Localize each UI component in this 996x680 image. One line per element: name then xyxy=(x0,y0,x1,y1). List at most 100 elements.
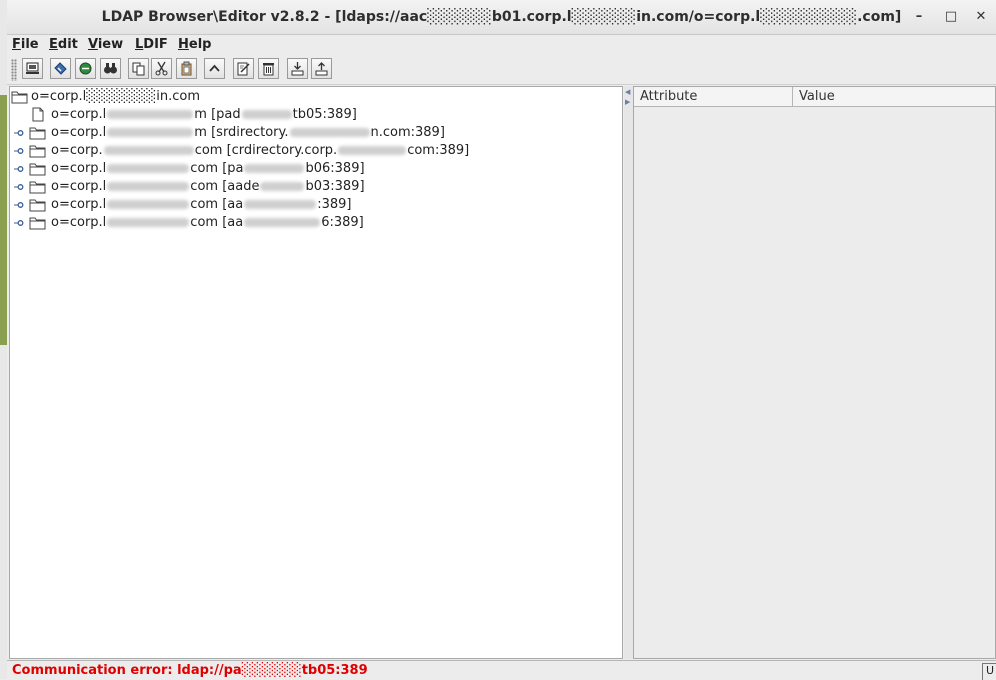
document-icon xyxy=(32,107,44,122)
tree-root-label: o=corp.l░░░░░░░in.com xyxy=(31,89,201,104)
toolbar xyxy=(7,56,996,85)
connect-icon xyxy=(26,62,39,74)
close-button[interactable]: ✕ xyxy=(972,8,990,26)
menu-help-label: elp xyxy=(188,37,212,52)
edit-button[interactable] xyxy=(233,58,254,79)
reconnect-button[interactable] xyxy=(50,58,71,79)
status-bar: Communication error: ldap://pa░░░░░░tb05… xyxy=(7,660,996,680)
maximize-button[interactable]: □ xyxy=(942,8,960,26)
expand-handle-icon[interactable] xyxy=(14,182,24,192)
copy-button[interactable] xyxy=(128,58,149,79)
redacted-text xyxy=(107,128,194,137)
node-dn-prefix: o=corp. xyxy=(51,143,103,158)
node-server-port: b03:389] xyxy=(305,179,365,194)
search-button[interactable] xyxy=(100,58,121,79)
expand-handle-icon[interactable] xyxy=(14,200,24,210)
menu-edit-mnemonic: E xyxy=(49,37,58,52)
redacted-text xyxy=(107,164,190,173)
node-server-port: com:389] xyxy=(407,143,470,158)
expand-handle-icon[interactable] xyxy=(14,218,24,228)
folder-icon xyxy=(11,91,28,104)
node-dn-prefix: o=corp.l xyxy=(51,197,107,212)
column-header-attribute[interactable]: Attribute xyxy=(634,87,793,107)
node-dn-prefix: o=corp.l xyxy=(51,107,107,122)
node-dn-prefix: o=corp.l xyxy=(51,215,107,230)
go-up-icon xyxy=(209,64,220,72)
column-header-value[interactable]: Value xyxy=(793,87,995,107)
folder-icon xyxy=(29,217,46,230)
redacted-text xyxy=(338,146,407,155)
expand-handle-icon[interactable] xyxy=(14,164,24,174)
menu-help[interactable]: Help xyxy=(178,37,211,52)
tree-node-label: o=corp.l com [aa :389] xyxy=(51,196,351,214)
pane-splitter[interactable]: ◀ ▶ xyxy=(624,86,633,659)
redacted-text xyxy=(289,128,370,137)
edit-icon xyxy=(237,62,250,76)
tree-node-label: o=corp.l m [pad tb05:389] xyxy=(51,106,357,124)
menu-edit[interactable]: Edit xyxy=(49,37,78,52)
attribute-table[interactable]: Attribute Value xyxy=(633,86,996,659)
import-icon xyxy=(291,62,304,76)
search-icon xyxy=(104,63,117,74)
copy-icon xyxy=(132,62,145,76)
node-server-prefix: com [aa xyxy=(190,215,244,230)
node-server-prefix: com [aa xyxy=(190,197,244,212)
delete-icon xyxy=(263,63,274,76)
redacted-text xyxy=(244,164,305,173)
status-message: Communication error: ldap://pa░░░░░░tb05… xyxy=(12,663,368,678)
disconnect-icon xyxy=(79,62,92,75)
node-server-port: :389] xyxy=(317,197,352,212)
redacted-text xyxy=(241,110,292,119)
expand-handle-icon[interactable] xyxy=(14,146,24,156)
menu-file[interactable]: File xyxy=(12,37,39,52)
node-server-prefix: m [pad xyxy=(194,107,241,122)
node-server-port: b06:389] xyxy=(305,161,365,176)
menu-view[interactable]: View xyxy=(88,37,123,52)
status-indicator: U xyxy=(982,663,996,680)
disconnect-button[interactable] xyxy=(75,58,96,79)
folder-icon xyxy=(29,181,46,194)
import-button[interactable] xyxy=(287,58,308,79)
delete-button[interactable] xyxy=(258,58,279,79)
tree-node-label: o=corp.l com [aade b03:389] xyxy=(51,178,365,196)
directory-tree[interactable]: o=corp.l░░░░░░░in.com o=corp.l m [pad tb05… xyxy=(9,86,623,659)
export-icon xyxy=(315,62,328,76)
paste-icon xyxy=(181,61,192,76)
node-server-prefix: com [crdirectory.corp. xyxy=(194,143,338,158)
cut-icon xyxy=(155,61,168,76)
ldap-browser-window: LDAP Browser\Editor v2.8.2 - [ldaps://aa… xyxy=(7,0,996,680)
redacted-text xyxy=(107,182,190,191)
collapse-left-arrow-icon[interactable]: ◀ xyxy=(625,88,630,96)
go-up-button[interactable] xyxy=(204,58,225,79)
node-server-port: 6:389] xyxy=(321,215,364,230)
export-button[interactable] xyxy=(311,58,332,79)
cut-button[interactable] xyxy=(151,58,172,79)
redacted-text xyxy=(107,200,190,209)
redacted-text xyxy=(107,110,194,119)
collapse-right-arrow-icon[interactable]: ▶ xyxy=(625,98,630,106)
menu-view-label: iew xyxy=(97,37,124,52)
expand-handle-icon[interactable] xyxy=(14,128,24,138)
tree-node-label: o=corp.l m [srdirectory. n.com:389] xyxy=(51,124,445,142)
tree-node-label: o=corp. com [crdirectory.corp. com:389] xyxy=(51,142,469,160)
redacted-text xyxy=(244,200,317,209)
menu-ldif[interactable]: LDIF xyxy=(135,37,168,52)
folder-icon xyxy=(29,145,46,158)
node-server-port: tb05:389] xyxy=(292,107,357,122)
minimize-button[interactable]: – xyxy=(910,8,928,26)
tree-node-label: o=corp.l com [pa b06:389] xyxy=(51,160,365,178)
node-server-prefix: com [pa xyxy=(190,161,244,176)
toolbar-grip[interactable] xyxy=(11,59,17,81)
node-dn-prefix: o=corp.l xyxy=(51,179,107,194)
menu-file-label: ile xyxy=(20,37,39,52)
menu-help-mnemonic: H xyxy=(178,37,189,52)
redacted-text xyxy=(244,218,321,227)
connect-button[interactable] xyxy=(22,58,43,79)
node-dn-prefix: o=corp.l xyxy=(51,161,107,176)
menu-view-mnemonic: V xyxy=(88,37,98,52)
title-bar[interactable]: LDAP Browser\Editor v2.8.2 - [ldaps://aa… xyxy=(7,0,996,35)
paste-button[interactable] xyxy=(176,58,197,79)
node-server-prefix: m [srdirectory. xyxy=(194,125,289,140)
redacted-text xyxy=(107,218,190,227)
folder-icon xyxy=(29,127,46,140)
